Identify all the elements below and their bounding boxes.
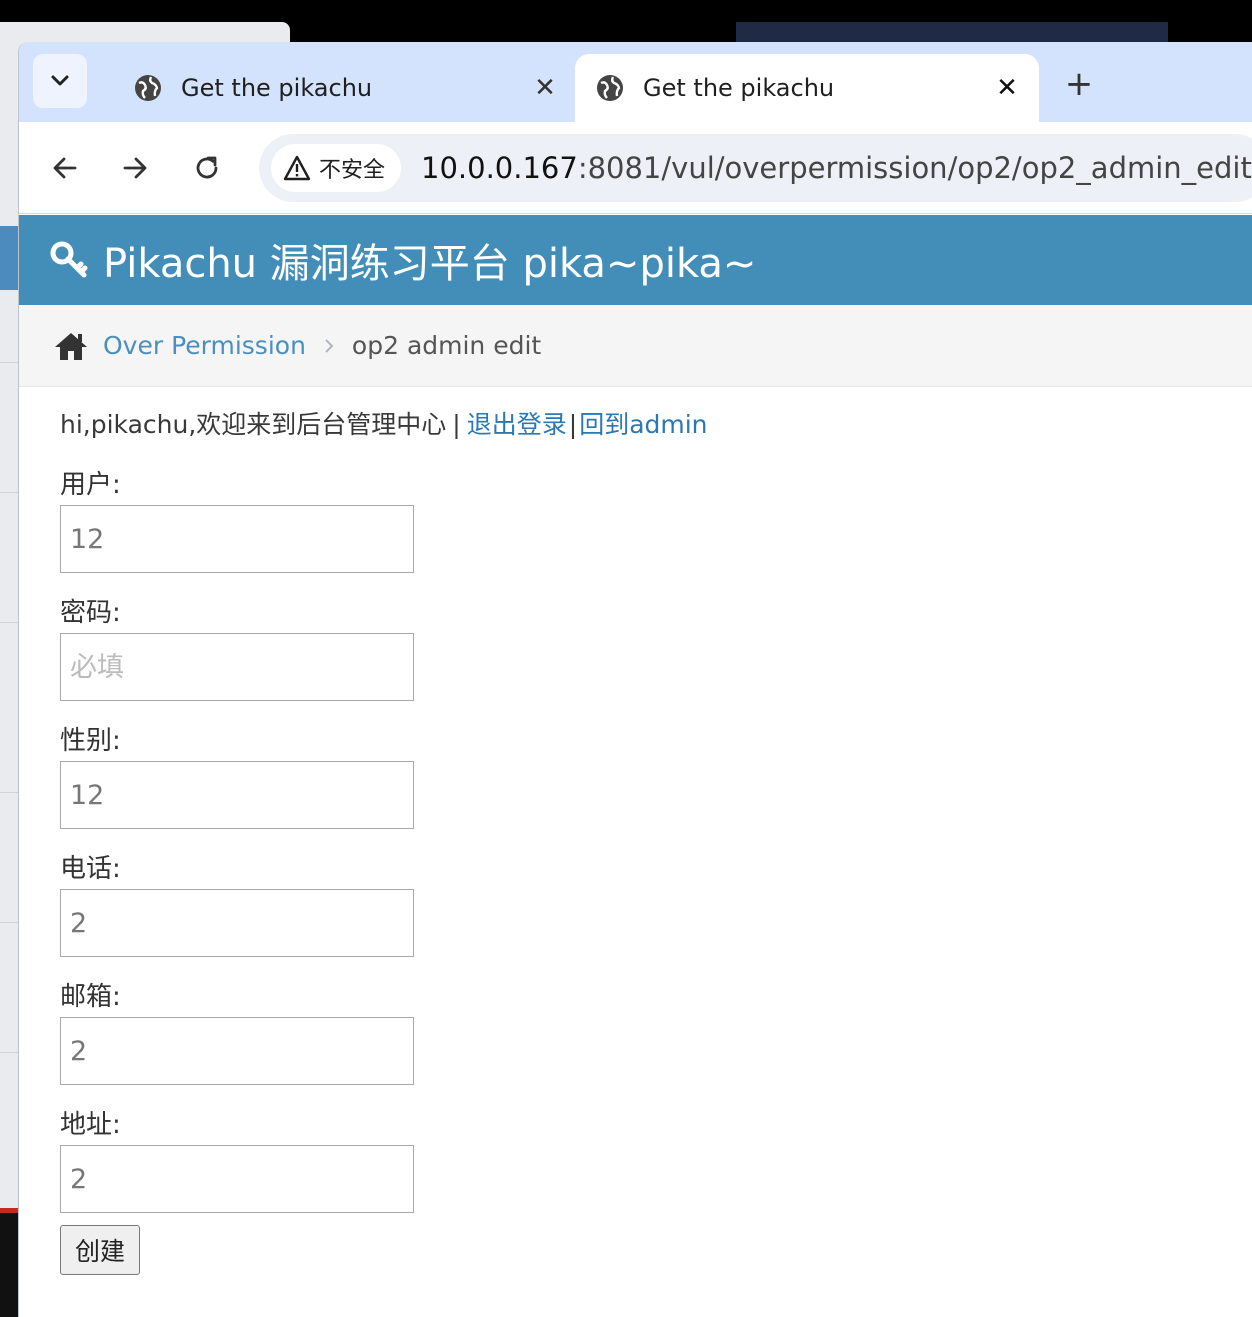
- greeting-text: hi,pikachu,欢迎来到后台管理中心: [60, 410, 447, 439]
- background-divider: [0, 1052, 20, 1053]
- site-header: Pikachu 漏洞练习平台 pika~pika~: [19, 215, 1252, 305]
- address-label: 地址:: [60, 1110, 121, 1140]
- warning-icon: [283, 155, 311, 181]
- home-icon[interactable]: [53, 331, 89, 361]
- tab-inactive[interactable]: Get the pikachu ✕: [113, 54, 577, 122]
- greeting-pipe: |: [452, 410, 461, 439]
- globe-icon: [135, 75, 161, 101]
- url-host: 10.0.0.167: [421, 151, 578, 185]
- link-separator: |: [568, 410, 578, 439]
- url-path: :8081/vul/overpermission/op2/op2_admin_e…: [577, 151, 1252, 185]
- username-input[interactable]: [60, 505, 414, 573]
- breadcrumb: Over Permission op2 admin edit: [19, 305, 1252, 387]
- background-divider: [0, 362, 20, 363]
- logout-link[interactable]: 退出登录: [467, 410, 567, 439]
- url-text[interactable]: 10.0.0.167:8081/vul/overpermission/op2/o…: [421, 134, 1252, 202]
- background-divider: [0, 922, 20, 923]
- gender-input[interactable]: [60, 761, 414, 829]
- globe-icon: [597, 75, 623, 101]
- site-title: Pikachu 漏洞练习平台 pika~pika~: [103, 241, 757, 287]
- password-input[interactable]: [60, 633, 414, 701]
- background-video-block: [0, 1208, 20, 1317]
- back-button[interactable]: [43, 146, 87, 190]
- tab-title: Get the pikachu: [643, 74, 835, 102]
- new-tab-button[interactable]: +: [1057, 62, 1101, 106]
- breadcrumb-parent-link[interactable]: Over Permission: [103, 331, 306, 360]
- background-progress: [0, 1208, 20, 1213]
- tab-strip: Get the pikachu ✕ Get the pikachu ✕ +: [19, 42, 1252, 122]
- breadcrumb-current: op2 admin edit: [351, 331, 542, 360]
- page-content: Pikachu 漏洞练习平台 pika~pika~ Over Permissio…: [19, 215, 1252, 1317]
- arrow-left-icon: [53, 157, 77, 179]
- key-icon: [50, 241, 88, 278]
- email-label: 邮箱:: [60, 982, 121, 1012]
- address-input[interactable]: [60, 1145, 414, 1213]
- reload-icon: [196, 156, 218, 179]
- background-divider: [0, 492, 20, 493]
- edit-form-area: hi,pikachu,欢迎来到后台管理中心|退出登录|回到admin 用户: 密…: [60, 405, 1210, 1275]
- create-button[interactable]: 创建: [60, 1225, 141, 1275]
- tab-close-button[interactable]: ✕: [987, 68, 1027, 108]
- chevron-down-icon: [51, 75, 69, 86]
- forward-button[interactable]: [113, 146, 157, 190]
- phone-input[interactable]: [60, 889, 414, 957]
- password-label: 密码:: [60, 598, 121, 628]
- address-bar[interactable]: 不安全 10.0.0.167:8081/vul/overpermission/o…: [259, 134, 1252, 202]
- tab-title: Get the pikachu: [181, 74, 373, 102]
- browser-window: Get the pikachu ✕ Get the pikachu ✕ + 不安…: [18, 42, 1252, 1317]
- chevron-right-icon: [325, 338, 334, 353]
- background-banner: [0, 226, 20, 290]
- tab-close-button[interactable]: ✕: [525, 68, 565, 108]
- gender-label: 性别:: [60, 726, 121, 756]
- back-to-admin-link[interactable]: 回到admin: [579, 410, 707, 439]
- reload-button[interactable]: [185, 146, 229, 190]
- browser-toolbar: 不安全 10.0.0.167:8081/vul/overpermission/o…: [19, 122, 1252, 214]
- background-divider: [0, 792, 20, 793]
- username-label: 用户:: [60, 470, 121, 500]
- phone-label: 电话:: [60, 854, 121, 884]
- arrow-right-icon: [123, 157, 147, 179]
- greeting-line: hi,pikachu,欢迎来到后台管理中心 | 退出登录|回到admin: [60, 405, 1210, 445]
- tab-active[interactable]: Get the pikachu ✕: [575, 54, 1039, 122]
- background-divider: [0, 622, 20, 623]
- user-edit-form: 用户: 密码: 性别: 电话: 邮箱: 地址: 创建: [60, 465, 1210, 1275]
- security-chip[interactable]: 不安全: [271, 144, 402, 192]
- security-label: 不安全: [319, 158, 386, 183]
- tab-search-button[interactable]: [33, 54, 87, 108]
- email-input[interactable]: [60, 1017, 414, 1085]
